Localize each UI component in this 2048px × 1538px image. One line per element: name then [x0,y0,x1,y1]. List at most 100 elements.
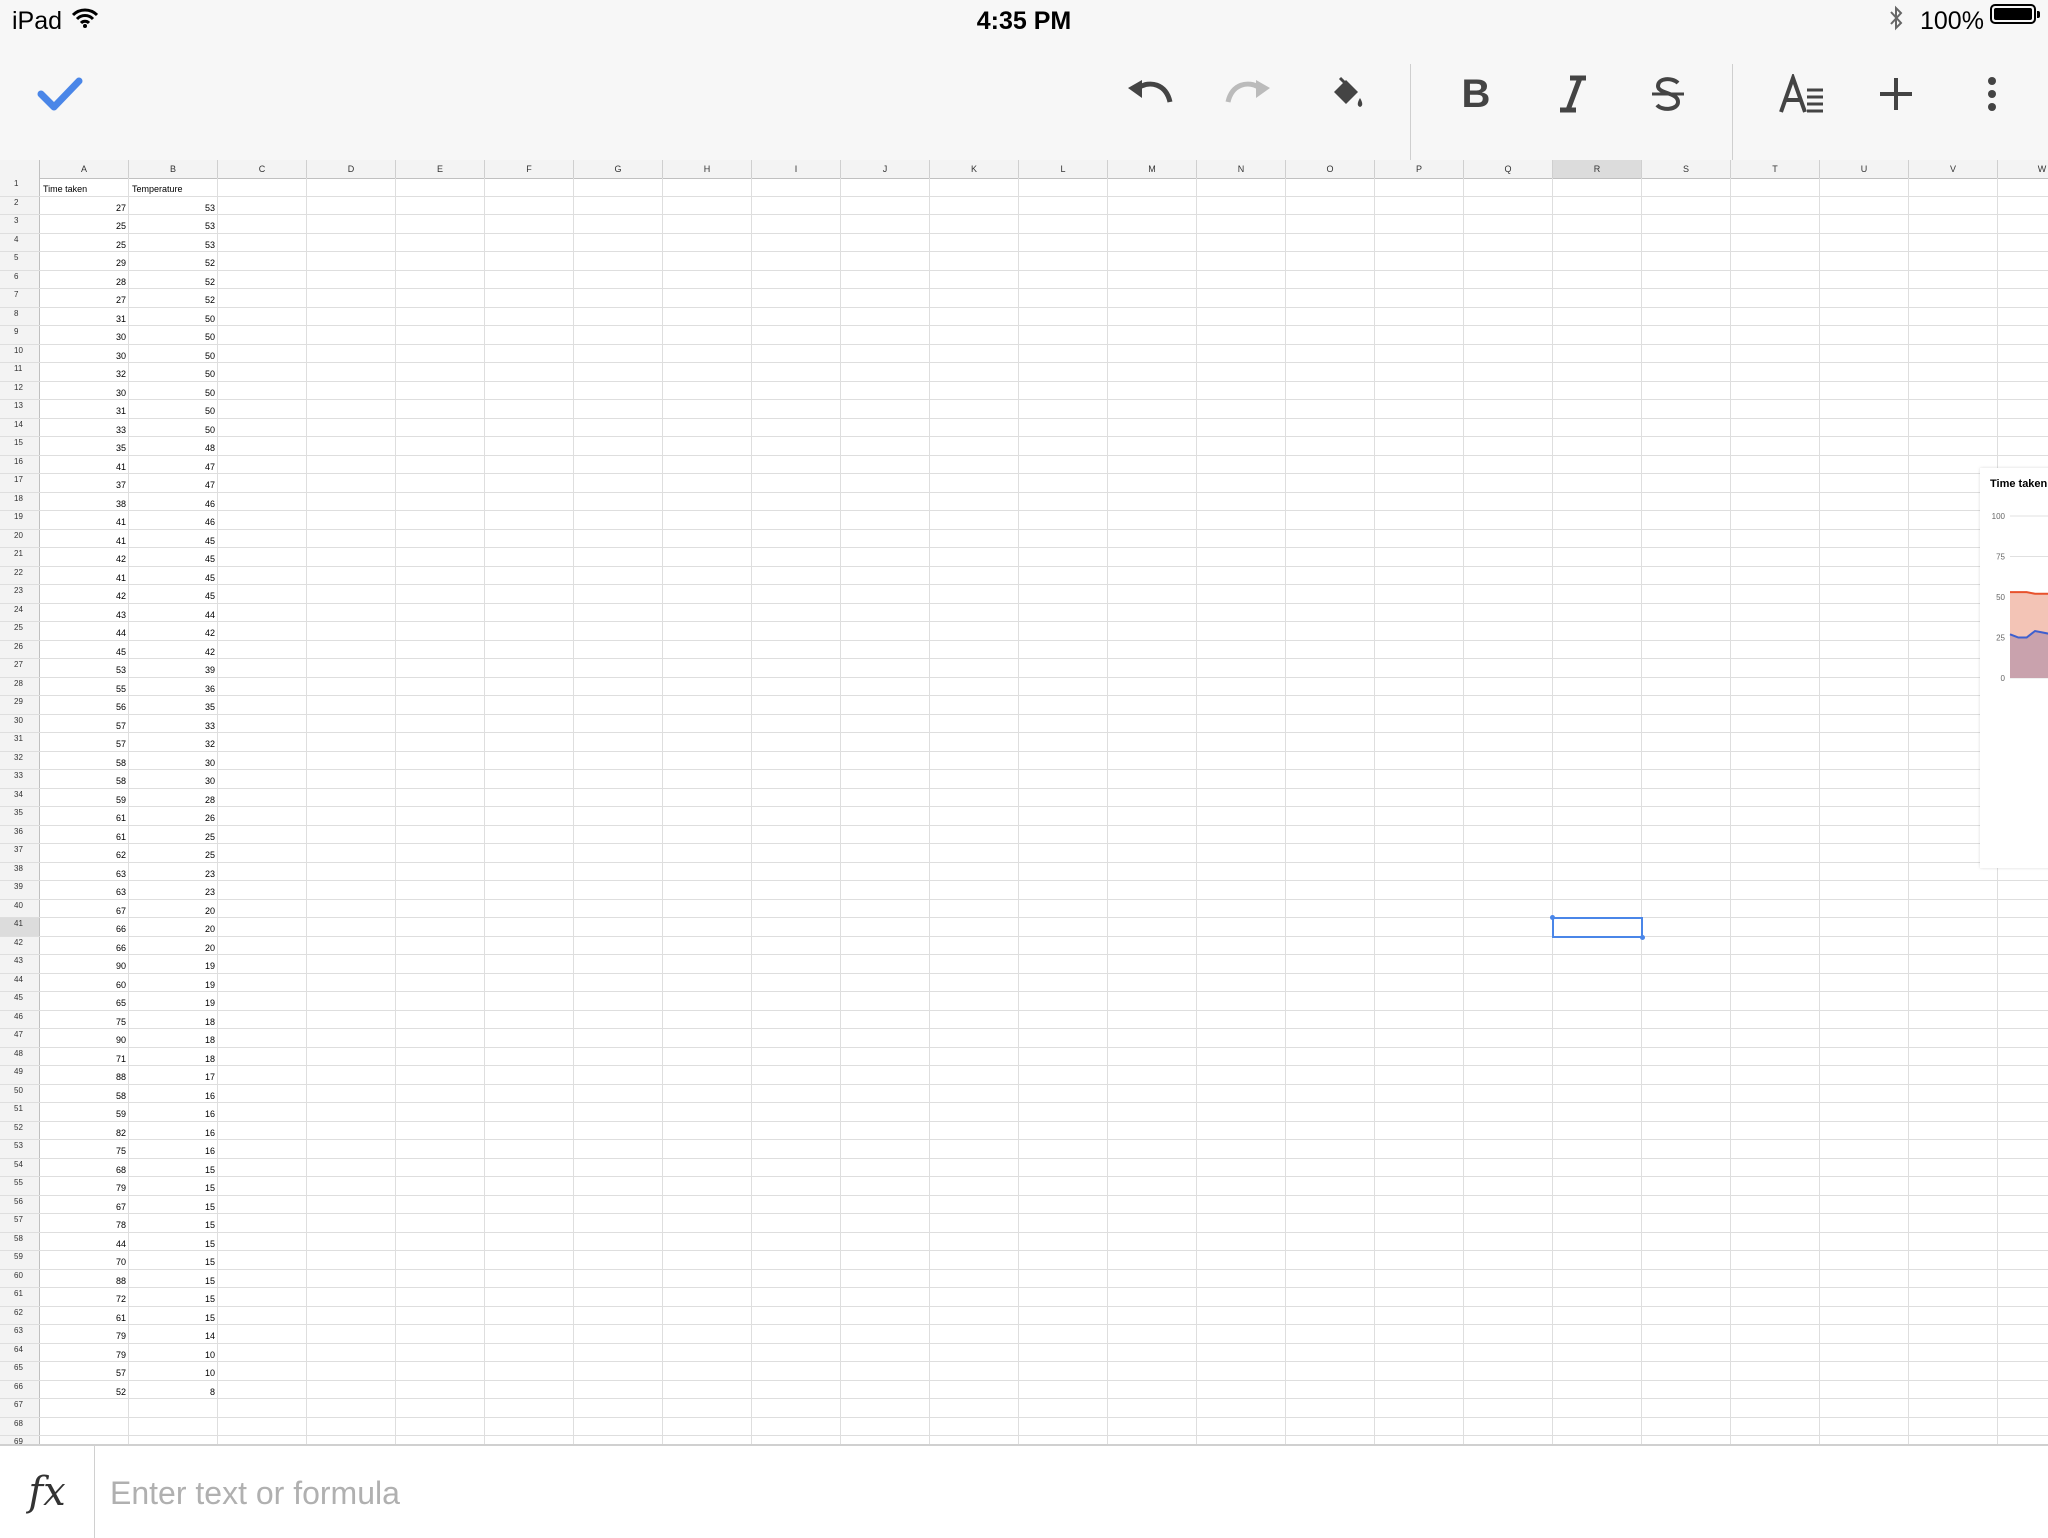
row-header[interactable]: 40 [0,899,40,917]
row-header[interactable]: 48 [0,1047,40,1065]
cell-time-taken[interactable]: 88 [40,1270,129,1288]
row-header[interactable]: 7 [0,289,40,307]
cell-time-taken[interactable]: 79 [40,1177,129,1195]
row-header[interactable]: 35 [0,807,40,825]
cell-temperature[interactable]: 47 [129,474,218,492]
row-header[interactable]: 32 [0,751,40,769]
row-header[interactable]: 54 [0,1158,40,1176]
cell-temperature[interactable]: 15 [129,1214,218,1232]
cell-temperature[interactable]: 47 [129,456,218,474]
fill-color-icon[interactable] [1318,66,1374,122]
cell-temperature[interactable]: 50 [129,400,218,418]
cell-time-taken[interactable]: 42 [40,585,129,603]
row-header[interactable]: 52 [0,1121,40,1139]
cell-time-taken[interactable]: 30 [40,326,129,344]
row-header[interactable]: 9 [0,326,40,344]
cell-time-taken[interactable]: 55 [40,678,129,696]
column-header-s[interactable]: S [1642,160,1731,178]
cell-time-taken[interactable]: 61 [40,826,129,844]
cell-time-taken[interactable]: 79 [40,1325,129,1343]
cell-time-taken[interactable]: 66 [40,918,129,936]
cell-time-taken[interactable]: 60 [40,974,129,992]
cell-time-taken[interactable]: 31 [40,308,129,326]
cell-time-taken[interactable]: 27 [40,197,129,215]
row-header[interactable]: 50 [0,1084,40,1102]
cell-temperature[interactable]: 15 [129,1307,218,1325]
cell-time-taken[interactable]: 33 [40,419,129,437]
cell-time-taken[interactable]: 41 [40,456,129,474]
row-header[interactable]: 17 [0,474,40,492]
row-header[interactable]: 8 [0,307,40,325]
cell-temperature[interactable]: 14 [129,1325,218,1343]
cell-temperature[interactable]: 19 [129,955,218,973]
cell-time-taken[interactable]: 58 [40,752,129,770]
row-header[interactable]: 39 [0,881,40,899]
cell-temperature[interactable]: 45 [129,548,218,566]
cell-time-taken[interactable]: 35 [40,437,129,455]
cell-time-taken[interactable]: 52 [40,1381,129,1399]
row-header[interactable]: 37 [0,844,40,862]
row-header[interactable]: 53 [0,1140,40,1158]
cell-time-taken[interactable]: 90 [40,1029,129,1047]
cell-time-taken[interactable]: 44 [40,1233,129,1251]
column-header-o[interactable]: O [1286,160,1375,178]
cell-temperature[interactable]: 52 [129,271,218,289]
row-header[interactable]: 64 [0,1343,40,1361]
cell-temperature[interactable]: 26 [129,807,218,825]
cell-temperature[interactable]: 45 [129,567,218,585]
column-header-n[interactable]: N [1197,160,1286,178]
cell-time-taken[interactable]: 67 [40,900,129,918]
row-header[interactable]: 16 [0,455,40,473]
row-header[interactable]: 1 [0,178,40,196]
row-header[interactable]: 33 [0,770,40,788]
cell-temperature[interactable]: 18 [129,1029,218,1047]
cell-time-taken[interactable]: 72 [40,1288,129,1306]
cell-time-taken[interactable]: 71 [40,1048,129,1066]
cell-temperature[interactable]: 15 [129,1251,218,1269]
column-header-a[interactable]: A [40,160,129,178]
row-header[interactable]: 22 [0,566,40,584]
column-header-r[interactable]: R [1553,160,1642,178]
cell-time-taken[interactable]: 75 [40,1011,129,1029]
column-header-i[interactable]: I [752,160,841,178]
cell-time-taken[interactable]: 59 [40,789,129,807]
cell-time-taken[interactable]: 27 [40,289,129,307]
cell-temperature[interactable]: 30 [129,752,218,770]
cell-temperature[interactable]: 53 [129,197,218,215]
row-header[interactable]: 27 [0,659,40,677]
cell-temperature[interactable]: 15 [129,1288,218,1306]
cell-temperature[interactable]: 42 [129,641,218,659]
column-header-j[interactable]: J [841,160,930,178]
row-header[interactable]: 59 [0,1251,40,1269]
cell-time-taken[interactable]: 61 [40,807,129,825]
column-header-b[interactable]: B [129,160,218,178]
cell-temperature[interactable]: 44 [129,604,218,622]
column-header-h[interactable]: H [663,160,752,178]
cell-time-taken[interactable]: 70 [40,1251,129,1269]
row-header[interactable]: 43 [0,955,40,973]
row-header[interactable]: 19 [0,511,40,529]
column-header-l[interactable]: L [1019,160,1108,178]
cell-time-taken[interactable]: 75 [40,1140,129,1158]
cell-time-taken[interactable]: 41 [40,511,129,529]
cell-temperature[interactable]: 16 [129,1085,218,1103]
cell-time-taken[interactable]: 37 [40,474,129,492]
row-header[interactable]: 10 [0,344,40,362]
row-header[interactable]: 24 [0,603,40,621]
cell-temperature[interactable]: 28 [129,789,218,807]
cell-time-taken[interactable]: 62 [40,844,129,862]
column-header-m[interactable]: M [1108,160,1197,178]
italic-icon[interactable] [1545,66,1601,122]
row-header[interactable]: 57 [0,1214,40,1232]
cell-temperature[interactable]: 50 [129,308,218,326]
cell-temperature[interactable]: 50 [129,419,218,437]
cell-temperature[interactable]: 15 [129,1270,218,1288]
cell-temperature[interactable]: 15 [129,1177,218,1195]
cell-temperature[interactable]: 20 [129,900,218,918]
row-header[interactable]: 44 [0,973,40,991]
cell-time-taken[interactable]: 30 [40,345,129,363]
row-header[interactable]: 68 [0,1417,40,1435]
cell-time-taken[interactable]: 38 [40,493,129,511]
cell-temperature[interactable]: 50 [129,363,218,381]
row-header[interactable]: 2 [0,196,40,214]
